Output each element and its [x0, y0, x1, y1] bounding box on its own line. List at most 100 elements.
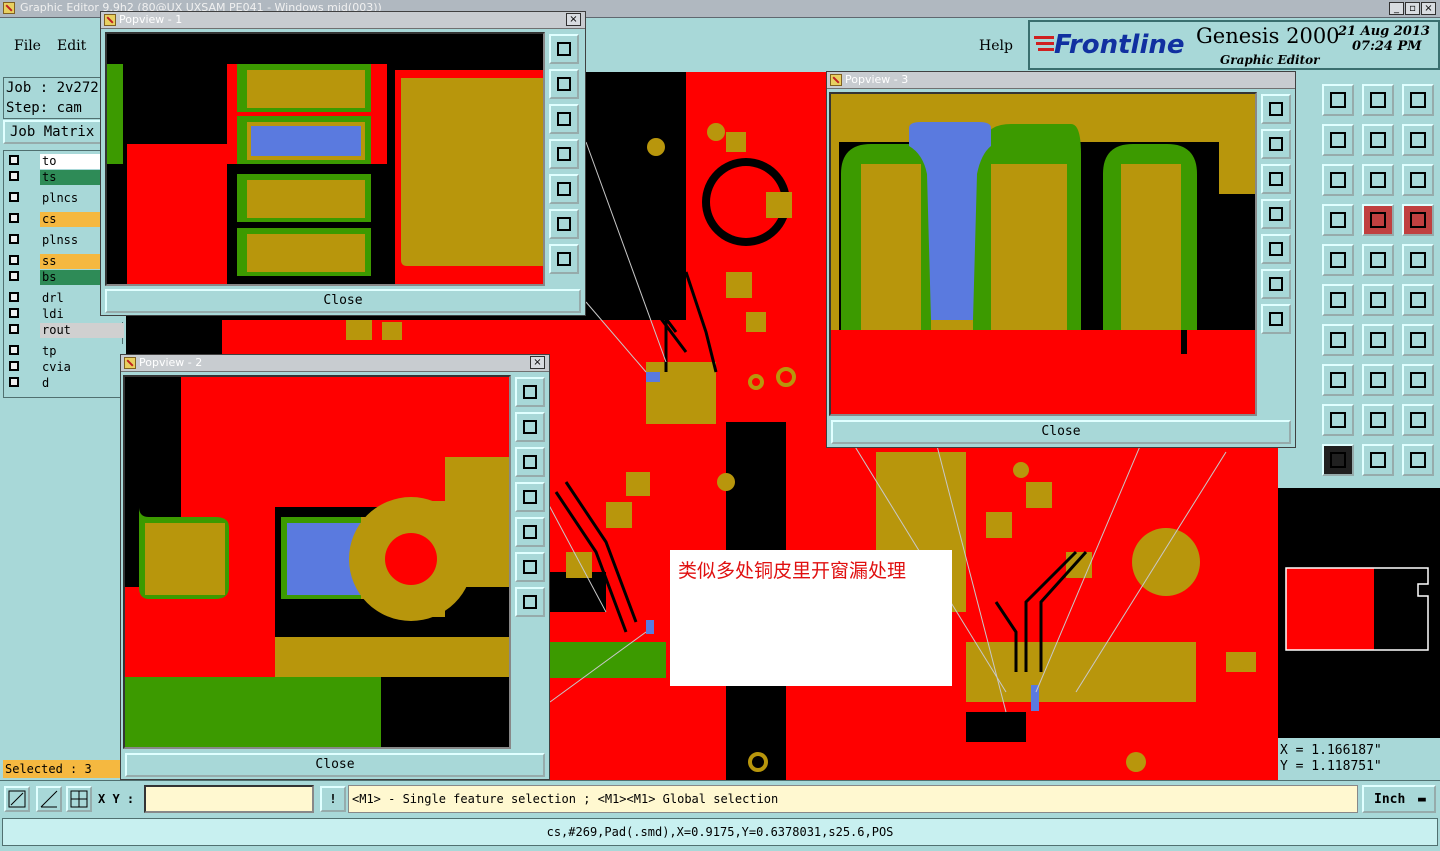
popview-3-drawing [831, 94, 1255, 414]
layer-checkbox[interactable] [9, 324, 19, 334]
cross-tool-button[interactable] [1322, 324, 1354, 356]
link-tool-button[interactable] [1402, 324, 1434, 356]
center-button[interactable] [549, 244, 579, 274]
popview-2-title-bar[interactable]: Popview - 2 × [121, 355, 549, 372]
popview-3-close-button[interactable]: Close [831, 420, 1291, 444]
menu-edit[interactable]: Edit [57, 38, 86, 54]
snap-tool-button[interactable] [1362, 124, 1394, 156]
date-label: 21 Aug 2013 [1338, 24, 1430, 39]
layer-checkbox[interactable] [9, 345, 19, 355]
home-tool-button[interactable] [1402, 84, 1434, 116]
fit-button[interactable] [515, 552, 545, 582]
layer-checkbox[interactable] [9, 255, 19, 265]
popview-2-close-icon[interactable]: × [530, 356, 545, 369]
point-tool-button[interactable] [1402, 284, 1434, 316]
measure-button[interactable] [36, 786, 62, 812]
menu-file[interactable]: File [14, 38, 41, 54]
grid-tool-button[interactable] [1402, 204, 1434, 236]
help-icon [1370, 212, 1386, 228]
route-alt-tool-button[interactable] [1362, 244, 1394, 276]
layer-checkbox[interactable] [9, 234, 19, 244]
grid-button[interactable] [66, 786, 92, 812]
layer-row[interactable]: tp [6, 344, 124, 359]
page-down-button[interactable] [549, 104, 579, 134]
split-tool-button[interactable] [1402, 364, 1434, 396]
zoom-in-button[interactable] [1261, 94, 1291, 124]
connect-tool-button[interactable] [1362, 324, 1394, 356]
window-tool-button[interactable] [1322, 124, 1354, 156]
fit-button[interactable] [549, 209, 579, 239]
shapes-tool-button[interactable] [1402, 404, 1434, 436]
page-up-button[interactable] [1261, 129, 1291, 159]
align-tool-button[interactable] [1362, 164, 1394, 196]
route-tool-button[interactable] [1322, 244, 1354, 276]
overview-map[interactable] [1278, 488, 1440, 738]
trace-tool-button[interactable] [1322, 444, 1354, 476]
circle-tool-button[interactable] [1322, 284, 1354, 316]
menu-help[interactable]: Help [979, 38, 1013, 54]
array-tool-button[interactable] [1362, 404, 1394, 436]
swap-tool-button[interactable] [1402, 124, 1434, 156]
close-window-button[interactable]: × [1421, 2, 1436, 15]
layer-checkbox[interactable] [9, 192, 19, 202]
layer-name: cvia [40, 360, 124, 375]
page-left-button[interactable] [549, 139, 579, 169]
alert-button[interactable]: ! [320, 786, 346, 812]
page-left-button[interactable] [1261, 199, 1291, 229]
time-label: 07:24 PM [1352, 39, 1422, 54]
line-tool-button[interactable] [1402, 244, 1434, 276]
page-right-button[interactable] [1261, 234, 1291, 264]
page-left-button[interactable] [515, 482, 545, 512]
mirror-tool-button[interactable] [1362, 444, 1394, 476]
popview-2-close-button[interactable]: Close [125, 753, 545, 777]
layers-tool-button[interactable] [1402, 444, 1434, 476]
scale-tool-button[interactable] [1322, 204, 1354, 236]
snap-icon [1370, 132, 1386, 148]
layer-checkbox[interactable] [9, 292, 19, 302]
resize-tool-button[interactable] [1322, 164, 1354, 196]
page-down-button[interactable] [515, 447, 545, 477]
edit-tool-button[interactable] [1322, 364, 1354, 396]
popview-2-view[interactable] [123, 375, 511, 749]
layer-checkbox[interactable] [9, 213, 19, 223]
center-tool-button[interactable] [1402, 164, 1434, 196]
fit-button[interactable] [1261, 269, 1291, 299]
zoom-fit-tool-button[interactable] [1362, 84, 1394, 116]
page-down-button[interactable] [1261, 164, 1291, 194]
popview-1-view[interactable] [105, 32, 545, 286]
layer-checkbox[interactable] [9, 361, 19, 371]
pan-tool-button[interactable] [1322, 84, 1354, 116]
page-up-button[interactable] [549, 69, 579, 99]
popview-1-title-bar[interactable]: Popview - 1 × [101, 12, 585, 29]
center-button[interactable] [1261, 304, 1291, 334]
xy-input[interactable] [144, 785, 314, 813]
maximize-button[interactable]: ▫ [1405, 2, 1420, 15]
divide-tool-button[interactable] [1322, 404, 1354, 436]
layer-checkbox[interactable] [9, 155, 19, 165]
layer-row[interactable]: d [6, 376, 124, 391]
layer-row[interactable]: rout [6, 323, 124, 338]
popview-3-view[interactable] [829, 92, 1257, 416]
layer-checkbox[interactable] [9, 308, 19, 318]
units-selector[interactable]: Inch ▬ [1362, 785, 1436, 813]
layer-checkbox[interactable] [9, 271, 19, 281]
layer-checkbox[interactable] [9, 171, 19, 181]
page-right-button[interactable] [549, 174, 579, 204]
zoom-in-button[interactable] [515, 377, 545, 407]
zoom-in-button[interactable] [549, 34, 579, 64]
layer-row[interactable]: cvia [6, 360, 124, 375]
rotate-tool-button[interactable] [1362, 364, 1394, 396]
zoom-area-button[interactable] [4, 786, 30, 812]
help-tool-button[interactable] [1362, 204, 1394, 236]
popview-1-close-button[interactable]: Close [105, 289, 581, 313]
window-icon [1330, 132, 1346, 148]
layer-checkbox[interactable] [9, 377, 19, 387]
popview-3-title-bar[interactable]: Popview - 3 [827, 72, 1295, 89]
page-left-icon [557, 147, 571, 161]
ruler-tool-button[interactable] [1362, 284, 1394, 316]
page-right-button[interactable] [515, 517, 545, 547]
minimize-button[interactable]: _ [1389, 2, 1404, 15]
popview-1-close-icon[interactable]: × [566, 13, 581, 26]
center-button[interactable] [515, 587, 545, 617]
page-up-button[interactable] [515, 412, 545, 442]
